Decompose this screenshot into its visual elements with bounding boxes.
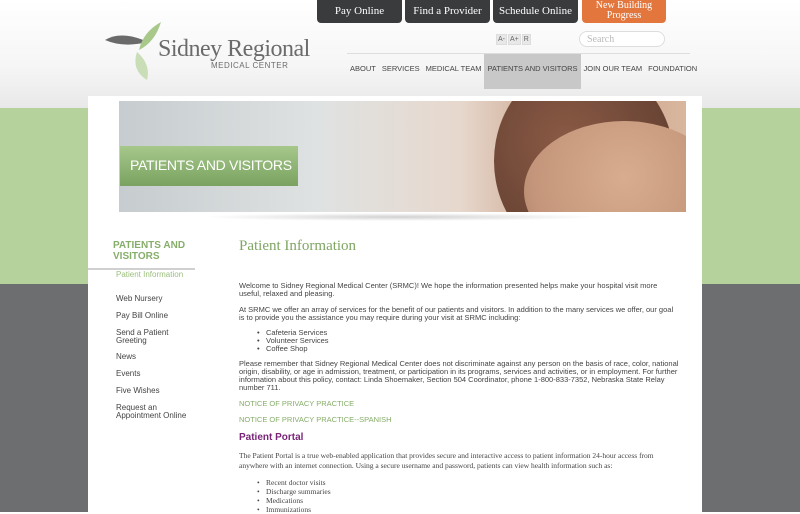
- main-nav: ABOUT SERVICES MEDICAL TEAM PATIENTS AND…: [347, 54, 700, 89]
- intro-paragraph: Welcome to Sidney Regional Medical Cente…: [239, 281, 658, 298]
- logo-leaves-icon: [105, 22, 161, 80]
- hero-shadow: [200, 213, 600, 221]
- sidebar-item-events[interactable]: Events: [116, 370, 196, 378]
- list-item: Coffee Shop: [257, 345, 307, 354]
- sidebar-item-five-wishes[interactable]: Five Wishes: [116, 387, 196, 395]
- list-item: Immunizations: [257, 506, 311, 514]
- page-title: Patient Information: [239, 238, 357, 254]
- nav-patients-visitors[interactable]: PATIENTS AND VISITORS: [484, 54, 581, 89]
- list-item: Recent doctor visits: [257, 479, 326, 488]
- hero-label: PATIENTS AND VISITORS: [120, 146, 298, 186]
- nav-about[interactable]: ABOUT: [347, 54, 379, 89]
- nav-foundation[interactable]: FOUNDATION: [645, 54, 700, 89]
- search-input[interactable]: Search: [579, 31, 665, 47]
- list-item: Discharge summaries: [257, 488, 331, 497]
- sidebar-title: PATIENTS AND VISITORS: [113, 240, 186, 262]
- logo-name: Sidney Regional: [158, 36, 310, 62]
- new-building-button[interactable]: New Building Progress: [582, 0, 666, 23]
- privacy-notice-link[interactable]: NOTICE OF PRIVACY PRACTICE: [239, 399, 354, 408]
- text-larger-button[interactable]: A+: [508, 34, 521, 45]
- services-paragraph: At SRMC we offer an array of services fo…: [239, 305, 674, 322]
- text-reset-button[interactable]: R: [521, 34, 531, 45]
- sidebar-item-web-nursery[interactable]: Web Nursery: [116, 295, 196, 303]
- text-smaller-button[interactable]: A-: [496, 34, 507, 45]
- nav-join-team[interactable]: JOIN OUR TEAM: [581, 54, 646, 89]
- pay-online-button[interactable]: Pay Online: [317, 0, 402, 23]
- policy-paragraph: Please remember that Sidney Regional Med…: [239, 359, 679, 392]
- sidebar-item-appointment[interactable]: Request an Appointment Online: [116, 404, 196, 420]
- schedule-online-button[interactable]: Schedule Online: [493, 0, 578, 23]
- sidebar-item-news[interactable]: News: [116, 353, 196, 361]
- portal-heading: Patient Portal: [239, 432, 304, 443]
- logo[interactable]: Sidney Regional MEDICAL CENTER: [103, 20, 310, 82]
- nav-services[interactable]: SERVICES: [379, 54, 423, 89]
- sidebar-item-pay-bill[interactable]: Pay Bill Online: [116, 312, 196, 320]
- find-provider-button[interactable]: Find a Provider: [405, 0, 490, 23]
- portal-paragraph: The Patient Portal is a true web-enabled…: [239, 451, 654, 470]
- privacy-notice-spanish-link[interactable]: NOTICE OF PRIVACY PRACTICE--SPANISH: [239, 415, 392, 424]
- text-size-controls: A- A+ R: [496, 34, 532, 45]
- logo-subtitle: MEDICAL CENTER: [211, 61, 289, 70]
- nav-medical-team[interactable]: MEDICAL TEAM: [423, 54, 485, 89]
- list-item: Medications: [257, 497, 303, 506]
- sidebar-item-patient-information[interactable]: Patient Information: [116, 271, 196, 279]
- sidebar-item-patient-greeting[interactable]: Send a Patient Greeting: [116, 329, 196, 345]
